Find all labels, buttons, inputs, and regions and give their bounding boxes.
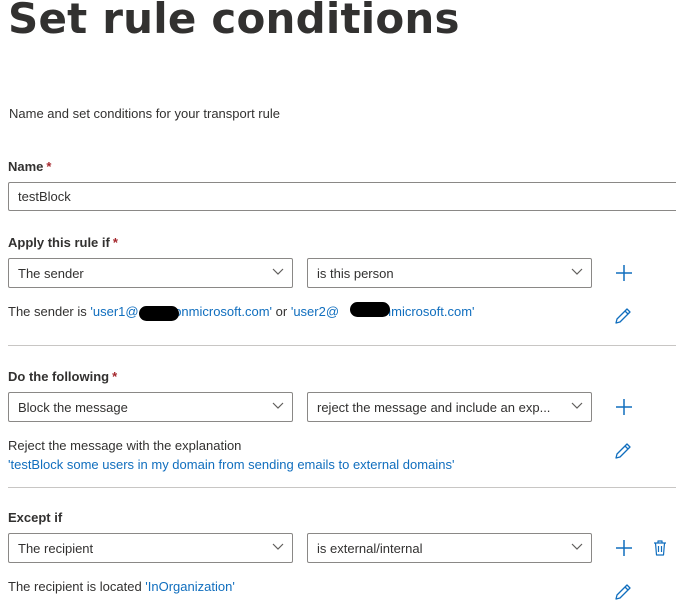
apply-condition-dropdown[interactable]: The sender: [8, 258, 293, 288]
action-detail-dropdown[interactable]: reject the message and include an exp...: [307, 392, 592, 422]
pencil-icon[interactable]: [613, 306, 633, 326]
sender-link-1[interactable]: 'user1@ .onmicrosoft.com': [90, 304, 272, 319]
apply-condition-value: The sender: [18, 266, 84, 281]
summary-connector: or: [272, 304, 291, 319]
section-divider: [8, 345, 676, 346]
chevron-down-icon: [571, 268, 583, 275]
required-mark: *: [46, 159, 52, 174]
chevron-down-icon: [272, 402, 284, 409]
action-summary-line1: Reject the message with the explanation: [8, 438, 242, 453]
sender-value-1: 'user1@: [90, 304, 139, 319]
chevron-down-icon: [571, 402, 583, 409]
redaction-mark: [350, 302, 390, 317]
action-dropdown[interactable]: Block the message: [8, 392, 293, 422]
explanation-link[interactable]: 'testBlock some users in my domain from …: [8, 457, 454, 472]
chevron-down-icon: [272, 543, 284, 550]
page-title: Set rule conditions: [8, 0, 460, 43]
section-divider: [8, 487, 676, 488]
plus-icon[interactable]: [614, 397, 634, 417]
plus-icon[interactable]: [614, 263, 634, 283]
name-label: Name *: [8, 159, 51, 174]
except-summary: The recipient is located 'InOrganization…: [8, 579, 235, 594]
location-link[interactable]: 'InOrganization': [145, 579, 235, 594]
chevron-down-icon: [272, 268, 284, 275]
except-condition-value: The recipient: [18, 541, 94, 556]
apply-operator-dropdown[interactable]: is this person: [307, 258, 592, 288]
except-summary-prefix: The recipient is located: [8, 579, 146, 594]
plus-icon[interactable]: [614, 538, 634, 558]
page-subtitle: Name and set conditions for your transpo…: [9, 106, 280, 121]
trash-icon[interactable]: [650, 538, 670, 558]
do-following-label: Do the following *: [8, 369, 117, 384]
except-operator-dropdown[interactable]: is external/internal: [307, 533, 592, 563]
pencil-icon[interactable]: [613, 441, 633, 461]
pencil-icon[interactable]: [613, 582, 633, 602]
except-if-label: Except if: [8, 510, 63, 525]
except-condition-dropdown[interactable]: The recipient: [8, 533, 293, 563]
action-value: Block the message: [18, 400, 128, 415]
chevron-down-icon: [571, 543, 583, 550]
apply-rule-label-text: Apply this rule if: [8, 235, 110, 250]
sender-value-2: 'user2@: [290, 304, 340, 319]
rule-name-input[interactable]: testBlock: [8, 182, 676, 211]
required-mark: *: [112, 369, 118, 384]
name-label-text: Name: [8, 159, 44, 174]
required-mark: *: [112, 235, 118, 250]
except-operator-value: is external/internal: [317, 541, 423, 556]
redaction-mark: [139, 306, 179, 321]
apply-operator-value: is this person: [317, 266, 394, 281]
apply-rule-label: Apply this rule if *: [8, 235, 118, 250]
apply-rule-summary: The sender is 'user1@ .onmicrosoft.com' o…: [8, 304, 475, 319]
do-following-label-text: Do the following: [8, 369, 110, 384]
action-detail-value: reject the message and include an exp...: [317, 400, 551, 415]
summary-prefix: The sender is: [8, 304, 91, 319]
sender-value-1-tail: .onmicrosoft.com': [170, 304, 273, 319]
